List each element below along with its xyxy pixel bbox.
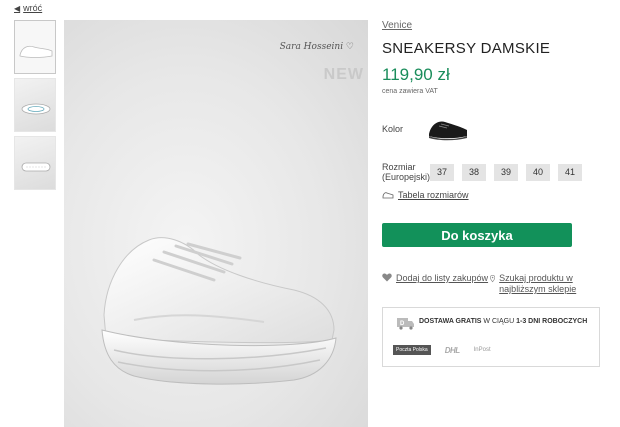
size-option-38[interactable]: 38	[462, 163, 486, 181]
svg-text:D: D	[400, 321, 405, 327]
carrier-logos: Poczta Polska DHL InPost	[393, 345, 491, 355]
size-option-41[interactable]: 41	[558, 163, 582, 181]
find-in-store-link[interactable]: Szukaj produktu w najbliższym sklepie	[490, 273, 598, 295]
heart-icon	[382, 273, 392, 282]
color-swatch-black[interactable]	[427, 116, 469, 142]
secondary-actions: Dodaj do listy zakupów Szukaj produktu w…	[382, 273, 602, 295]
add-to-wishlist-link[interactable]: Dodaj do listy zakupów	[382, 273, 490, 295]
vat-note: cena zawiera VAT	[382, 88, 438, 95]
add-to-cart-button[interactable]: Do koszyka	[382, 223, 572, 247]
chevron-left-icon: ◀	[14, 3, 21, 13]
new-badge: NEW	[323, 66, 364, 83]
delivery-truck-icon: D	[397, 318, 414, 330]
size-table-label: Tabela rozmiarów	[398, 190, 469, 200]
product-title: SNEAKERSY DAMSKIE	[382, 40, 551, 57]
wishlist-label: Dodaj do listy zakupów	[396, 273, 489, 283]
thumbnail-3[interactable]	[14, 136, 56, 190]
brand-link[interactable]: Venice	[382, 20, 602, 31]
color-selector: Kolor	[382, 116, 469, 142]
back-link[interactable]: ◀ wróć	[14, 3, 42, 13]
size-table-link[interactable]: Tabela rozmiarów	[382, 190, 469, 200]
product-price: 119,90 zł	[382, 65, 450, 84]
product-info: Venice SNEAKERSY DAMSKIE 119,90 zł cena …	[382, 20, 602, 367]
color-label: Kolor	[382, 124, 404, 134]
sneaker-image	[101, 237, 337, 385]
size-option-37[interactable]: 37	[430, 163, 454, 181]
delivery-info-box: D DOSTAWA GRATIS W CIĄGU 1-3 DNI ROBOCZY…	[382, 307, 600, 367]
size-label: Rozmiar (Europejski)	[382, 162, 431, 182]
dhl-logo: DHL	[444, 345, 460, 355]
shoe-icon	[382, 192, 394, 199]
size-option-40[interactable]: 40	[526, 163, 550, 181]
poczta-polska-logo: Poczta Polska	[393, 345, 431, 355]
thumbnail-list	[14, 20, 56, 194]
inpost-logo: InPost	[473, 347, 491, 353]
find-store-label: Szukaj produktu w najbliższym sklepie	[499, 273, 577, 294]
size-option-39[interactable]: 39	[494, 163, 518, 181]
product-image[interactable]: Sara Hosseini ♡ NEW	[64, 20, 368, 427]
thumbnail-2[interactable]	[14, 78, 56, 132]
size-selector: Rozmiar (Europejski) 37 38 39 40 41	[382, 162, 590, 182]
back-link-label: wróć	[23, 3, 43, 13]
designer-signature: Sara Hosseini ♡	[279, 42, 354, 52]
thumbnail-1[interactable]	[14, 20, 56, 74]
delivery-text: DOSTAWA GRATIS W CIĄGU 1-3 DNI ROBOCZYCH	[419, 318, 588, 325]
location-pin-icon	[490, 274, 496, 283]
